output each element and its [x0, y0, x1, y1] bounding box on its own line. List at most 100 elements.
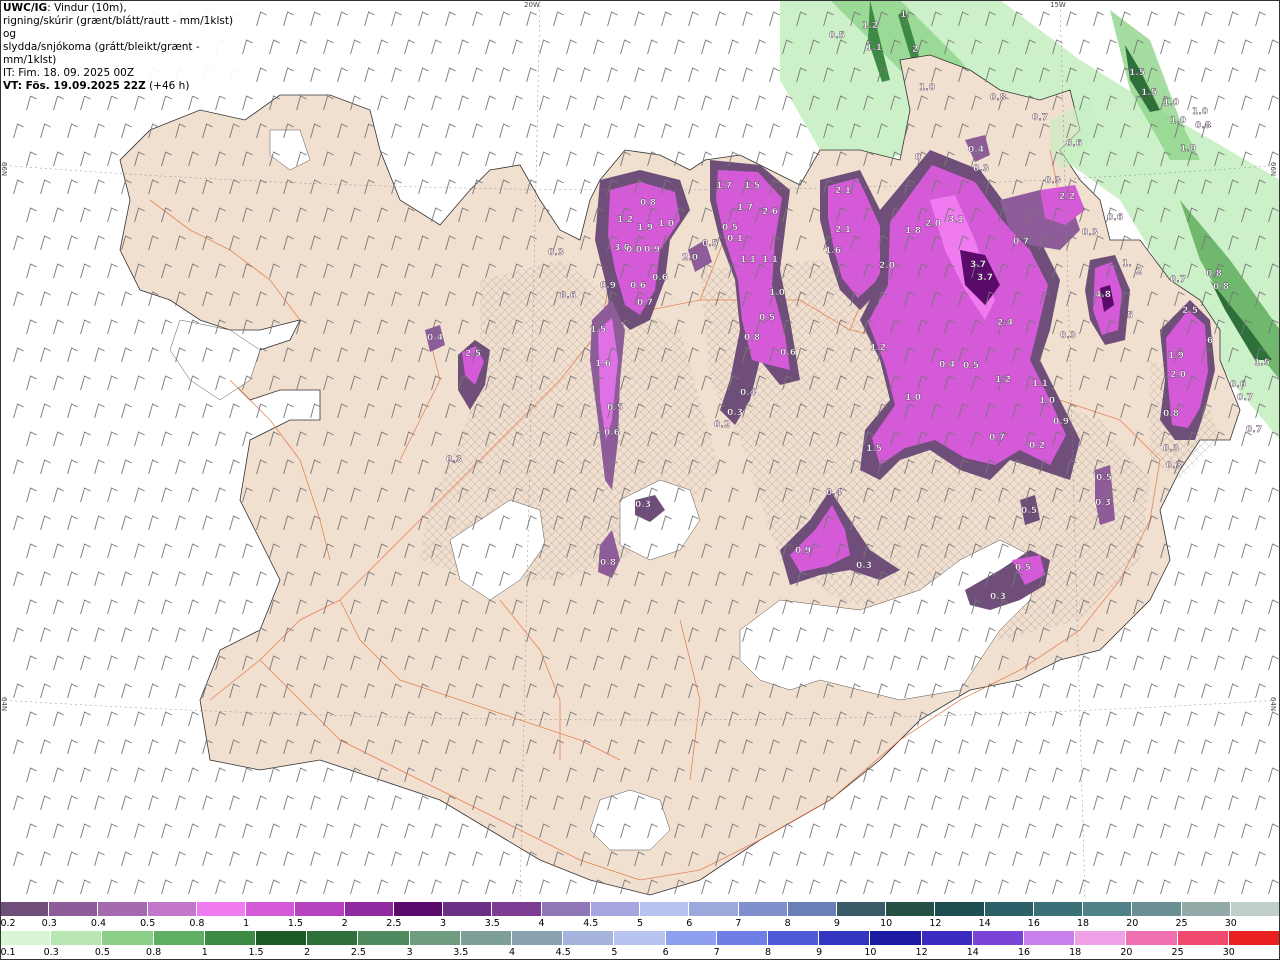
- precip-value-label: 0.8: [1213, 282, 1229, 292]
- wind-barb: [67, 851, 78, 867]
- wind-barb: [485, 39, 496, 55]
- wind-barb: [94, 795, 105, 811]
- wind-barb: [1066, 795, 1077, 811]
- wind-barb: [850, 851, 861, 867]
- wind-barb: [688, 67, 699, 83]
- wind-barb: [323, 39, 334, 55]
- wind-barb: [121, 851, 132, 867]
- precip-value-label: 1.1: [1032, 379, 1048, 389]
- precip-value-label: 0.4: [427, 333, 443, 343]
- wind-barb: [782, 879, 793, 895]
- wind-barb: [580, 123, 591, 139]
- legend-label: 4.5: [583, 918, 599, 929]
- legend-label: 7: [735, 918, 742, 929]
- wind-barb: [1228, 571, 1239, 587]
- wind-barb: [80, 319, 91, 335]
- wind-barb: [755, 39, 766, 55]
- wind-barb: [188, 655, 199, 671]
- legend-label: 16: [1027, 918, 1040, 929]
- precip-value-label: 0.5: [1096, 473, 1112, 483]
- wind-barb: [269, 39, 280, 55]
- wind-barb: [134, 375, 145, 391]
- wind-barb: [26, 207, 37, 223]
- wind-barb: [1241, 655, 1252, 671]
- lat-label-66n-left: 66N: [0, 161, 9, 177]
- wind-barb: [553, 67, 564, 83]
- rain-legend-labels: 0.1 0.3 0.5 0.8 1 1.5 2 2.5 3 3.5 4 4.5 5 6 7 8 9 10 12 14 1…: [0, 947, 1280, 958]
- precip-value-label: 0: [915, 153, 921, 163]
- wind-barb: [283, 67, 294, 83]
- wind-barb: [1012, 683, 1023, 699]
- legend-label: 12: [915, 947, 928, 958]
- weather-map[interactable]: 0.42.50.30.81.21.9 1.03.00.0 0.90.60.60.70…: [0, 0, 1280, 900]
- wind-barb: [53, 207, 64, 223]
- wind-barb: [1255, 123, 1266, 139]
- legend-swatch: [738, 902, 788, 916]
- wind-barb: [188, 879, 199, 895]
- precip-value-label: 0.3: [635, 500, 651, 510]
- wind-barb: [1201, 683, 1212, 699]
- precip-value-label: 0.8: [990, 93, 1006, 103]
- wind-barb: [121, 291, 132, 307]
- wind-barb: [26, 655, 37, 671]
- wind-barb: [1079, 39, 1090, 55]
- precip-value-label: 1.0: [1170, 116, 1186, 126]
- legend-label: 7: [713, 947, 720, 958]
- wind-barb: [161, 375, 172, 391]
- wind-barb: [161, 767, 172, 783]
- wind-barb: [337, 851, 348, 867]
- precip-value-label: 1.0: [919, 83, 935, 93]
- wind-barb: [310, 67, 321, 83]
- wind-barb: [1201, 739, 1212, 755]
- wind-barb: [985, 851, 996, 867]
- wind-barb: [1174, 627, 1185, 643]
- wind-barb: [1201, 571, 1212, 587]
- wind-barb: [607, 11, 618, 27]
- wind-barb: [67, 179, 78, 195]
- wind-barb: [107, 319, 118, 335]
- wind-barb: [431, 95, 442, 111]
- wind-barb: [755, 879, 766, 895]
- precip-value-label: 0.6: [630, 281, 646, 291]
- wind-barb: [67, 627, 78, 643]
- wind-barb: [94, 571, 105, 587]
- precip-value-label: 1.7: [716, 181, 732, 191]
- wind-barb: [917, 767, 928, 783]
- wind-barb: [134, 431, 145, 447]
- precip-value-label: 6: [1207, 336, 1213, 346]
- wind-barb: [742, 11, 753, 27]
- wind-barb: [539, 95, 550, 111]
- wind-barb: [310, 403, 321, 419]
- wind-barb: [1268, 543, 1279, 559]
- wind-barb: [364, 851, 375, 867]
- wind-barb: [1174, 683, 1185, 699]
- precip-value-label: 1.2: [862, 21, 878, 31]
- wind-barb: [890, 879, 901, 895]
- precip-value-label: 0.2: [1029, 441, 1045, 451]
- wind-barb: [1160, 767, 1171, 783]
- wind-barb: [1012, 739, 1023, 755]
- wind-barb: [836, 823, 847, 839]
- legend-swatch: [393, 902, 444, 916]
- wind-barb: [148, 795, 159, 811]
- precip-value-label: 0.5: [759, 313, 775, 323]
- precip-value-label: 0.7: [1170, 275, 1186, 285]
- wind-barb: [728, 95, 739, 111]
- wind-barb: [1052, 823, 1063, 839]
- wind-barb: [161, 655, 172, 671]
- wind-barb: [80, 375, 91, 391]
- precip-value-label: 0.9: [795, 546, 811, 556]
- legend-label: 3.5: [484, 918, 500, 929]
- wind-barb: [418, 123, 429, 139]
- legend-swatch: [295, 902, 345, 916]
- legend-swatch: [1132, 902, 1182, 916]
- wind-barb: [890, 767, 901, 783]
- legend-swatch: [787, 902, 837, 916]
- snow-legend-labels: 0.2 0.3 0.4 0.5 0.8 1 1.5 2 2.5 3 3.5 4 4.5 5 6 7 8 9 10 12…: [0, 918, 1280, 929]
- wind-barb: [107, 375, 118, 391]
- legend-swatch: [443, 902, 493, 916]
- wind-barb: [1241, 767, 1252, 783]
- wind-barb: [1201, 851, 1212, 867]
- precip-value-label: 2.5: [465, 349, 481, 359]
- precip-value-label: 0.3: [856, 561, 872, 571]
